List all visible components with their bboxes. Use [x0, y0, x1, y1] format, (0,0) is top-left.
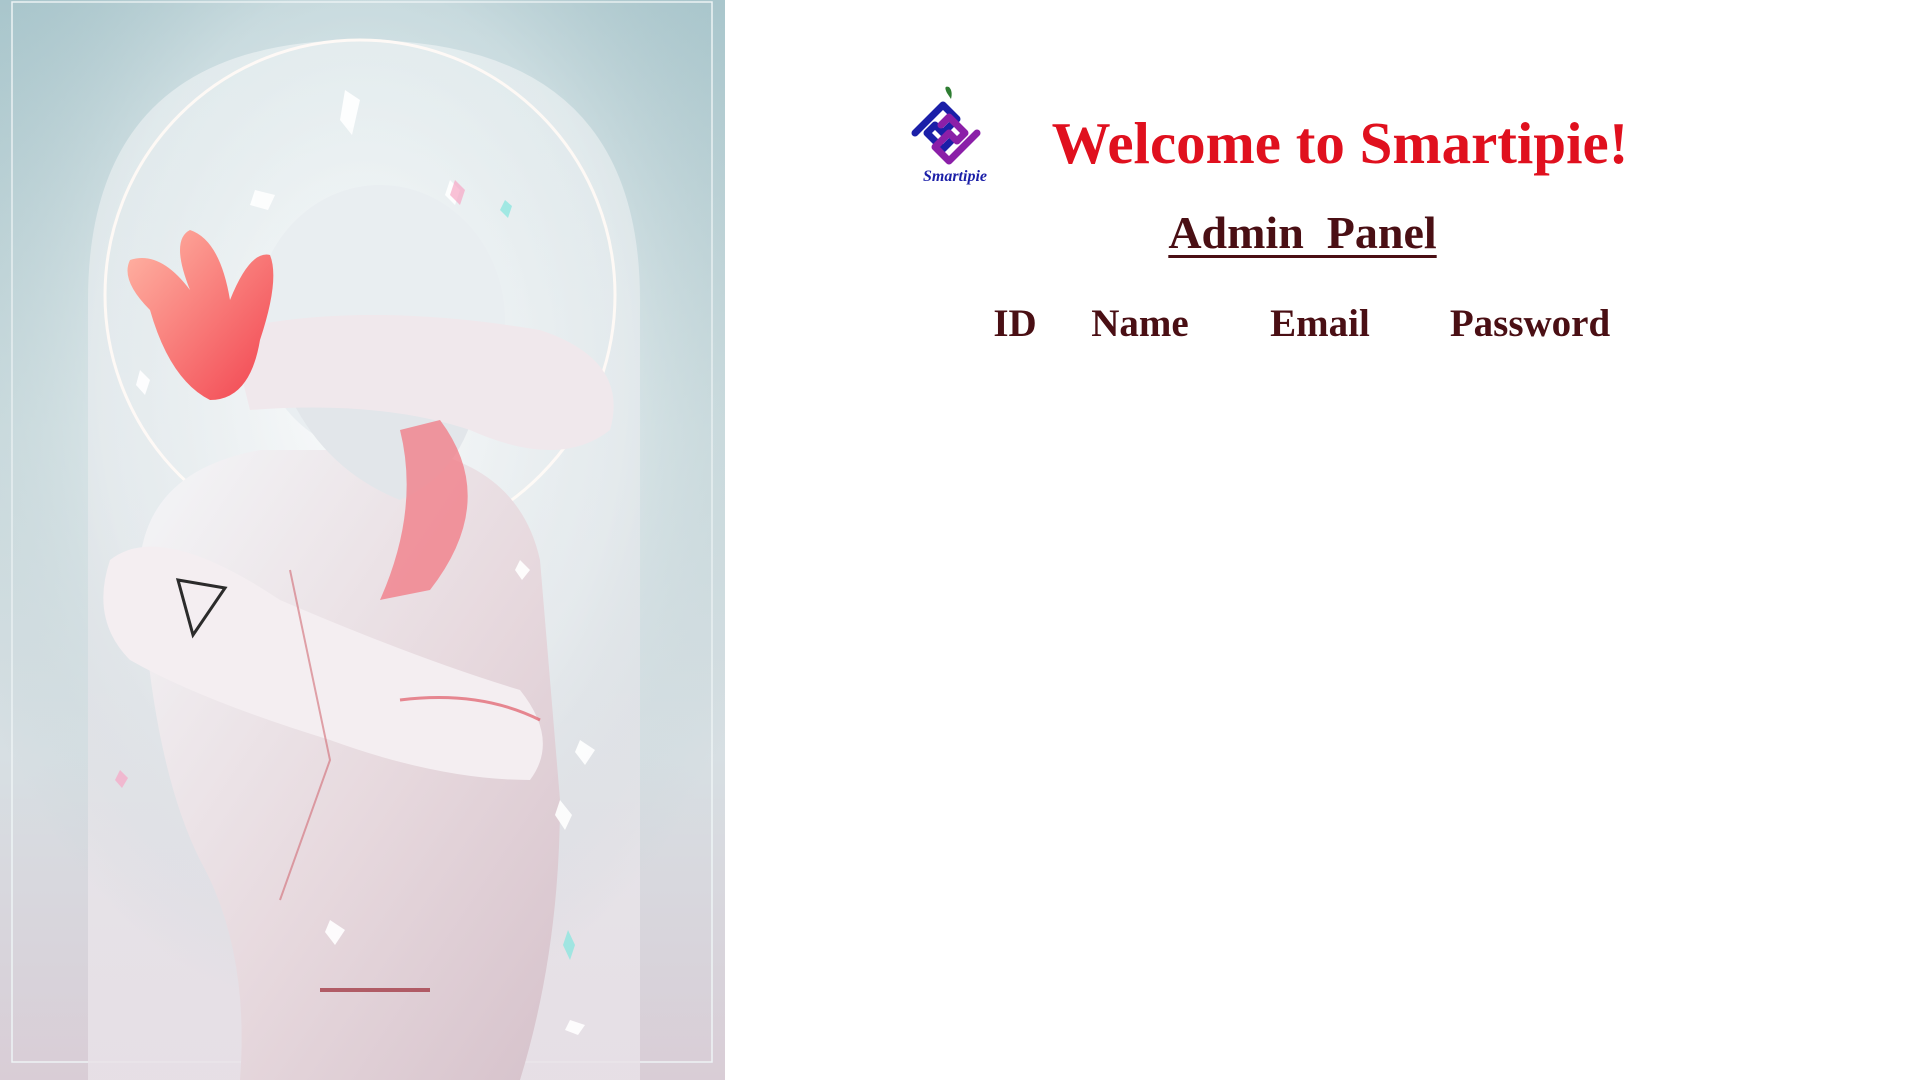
leaf-icon [945, 86, 952, 99]
welcome-heading: Welcome to Smartipie! [1051, 110, 1629, 176]
robot-figure-illustration [0, 0, 725, 1080]
logo-text: Smartipie [923, 168, 987, 185]
smartipie-logo: Smartipie [905, 85, 1005, 190]
hero-illustration [0, 0, 725, 1080]
column-header-email: Email [1270, 302, 1370, 345]
column-header-password: Password [1449, 302, 1611, 345]
column-header-id: ID [993, 302, 1037, 345]
admin-panel-title: Admin Panel [1168, 207, 1437, 258]
table-header-row: ID Name Email Password [975, 296, 1645, 352]
column-header-name: Name [1091, 302, 1189, 345]
users-table: ID Name Email Password [975, 296, 1645, 352]
